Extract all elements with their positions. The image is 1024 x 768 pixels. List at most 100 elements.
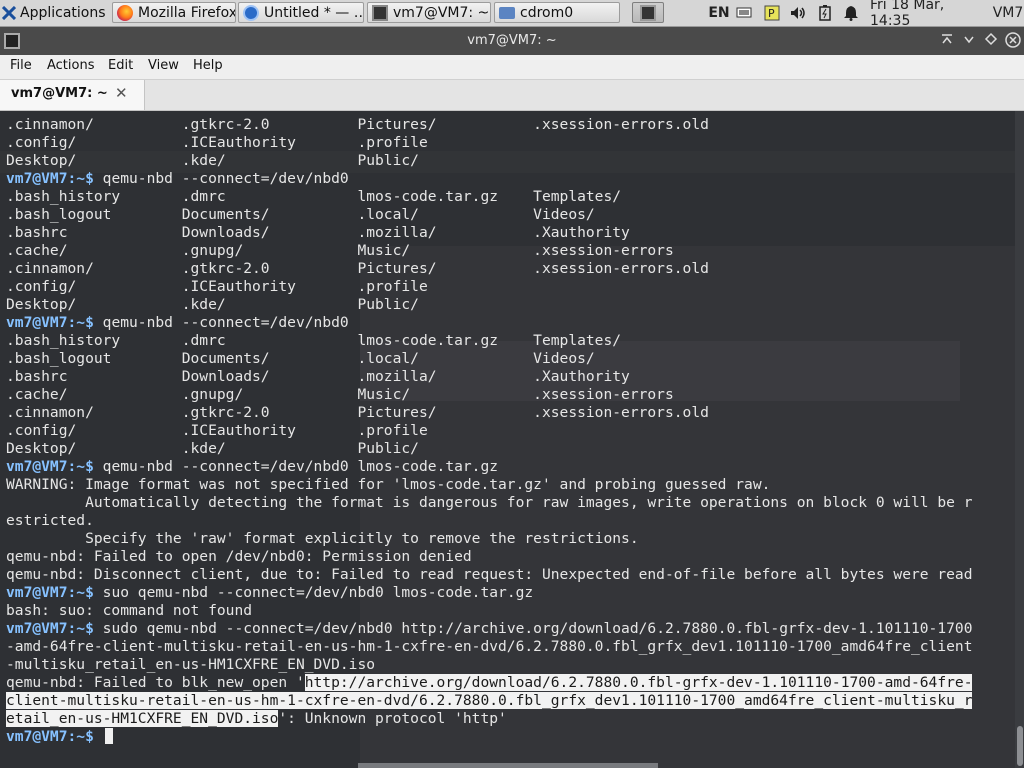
- taskbar-label: cdrom0: [520, 4, 574, 21]
- terminal-line: .cache/ .gnupg/ Music/ .xsession-errors: [6, 242, 674, 259]
- terminal-line: vm7@VM7:~$: [6, 728, 973, 746]
- terminal-line: Automatically detecting the format is da…: [6, 494, 973, 511]
- terminal-output: .cinnamon/ .gtkrc-2.0 Pictures/ .xsessio…: [6, 116, 973, 746]
- terminal-line: .config/ .ICEauthority .profile: [6, 134, 428, 151]
- show-desktop-button[interactable]: [632, 2, 664, 23]
- shell-prompt: vm7@VM7:~$: [6, 728, 94, 745]
- terminal-line: .config/ .ICEauthority .profile: [6, 422, 428, 439]
- user-menu[interactable]: VM7: [992, 3, 1024, 23]
- terminal-icon: [372, 4, 388, 21]
- terminal-line: .bashrc Downloads/ .mozilla/ .Xauthority: [6, 368, 630, 385]
- terminal-line: .cinnamon/ .gtkrc-2.0 Pictures/ .xsessio…: [6, 116, 709, 133]
- terminal-line: .cache/ .gnupg/ Music/ .xsession-errors: [6, 386, 674, 403]
- tab-close-icon[interactable]: ✕: [115, 84, 128, 102]
- terminal-line: .bash_history .dmrc lmos-code.tar.gz Tem…: [6, 332, 622, 349]
- notifications-icon[interactable]: [840, 3, 862, 23]
- selected-text: client-multisku-retail-en-us-hm-1-cxfre-…: [6, 692, 973, 709]
- taskbar-label: Untitled * — …: [264, 4, 364, 21]
- scrollbar-thumb[interactable]: [1017, 726, 1023, 766]
- keyboard-layout[interactable]: EN: [706, 3, 732, 23]
- top-panel: Applications Mozilla Firefox Untitled * …: [0, 0, 1024, 29]
- terminal-line: qemu-nbd: Disconnect client, due to: Fai…: [6, 566, 973, 583]
- terminal-line: vm7@VM7:~$ qemu-nbd --connect=/dev/nbd0: [6, 314, 973, 332]
- terminal-line: vm7@VM7:~$ qemu-nbd --connect=/dev/nbd0: [6, 170, 973, 188]
- terminal-line: vm7@VM7:~$ sudo qemu-nbd --connect=/dev/…: [6, 620, 973, 638]
- taskbar-text-editor[interactable]: Untitled * — …: [238, 2, 364, 23]
- taskbar-firefox[interactable]: Mozilla Firefox: [112, 2, 236, 23]
- shell-prompt: vm7@VM7:~$: [6, 584, 94, 601]
- applications-label: Applications: [20, 4, 106, 21]
- command-text: [94, 728, 103, 745]
- close-button[interactable]: [1004, 32, 1022, 50]
- terminal-line: -amd-64fre-client-multisku-retail-en-us-…: [6, 638, 973, 655]
- menu-bar: File Actions Edit View Help: [0, 55, 1024, 80]
- shell-prompt: vm7@VM7:~$: [6, 314, 94, 331]
- terminal-line: Desktop/ .kde/ Public/: [6, 152, 419, 169]
- text-cursor: [104, 728, 113, 744]
- clock[interactable]: Fri 18 Mar, 14:35: [870, 0, 986, 29]
- taskbar-label: vm7@VM7: ~: [393, 4, 490, 21]
- menu-help[interactable]: Help: [193, 58, 223, 73]
- network-icon[interactable]: [735, 3, 755, 23]
- maximize-button[interactable]: [982, 32, 1000, 50]
- text-editor-icon: [243, 4, 259, 21]
- output-text: ': Unknown protocol 'http': [278, 710, 507, 727]
- terminal-line: .config/ .ICEauthority .profile: [6, 278, 428, 295]
- firefox-icon: [117, 4, 133, 21]
- terminal-small-icon: [640, 4, 656, 21]
- terminal-line: .cinnamon/ .gtkrc-2.0 Pictures/ .xsessio…: [6, 404, 709, 421]
- command-text: qemu-nbd --connect=/dev/nbd0: [93, 314, 349, 331]
- shell-prompt: vm7@VM7:~$: [6, 170, 94, 187]
- terminal-line: Desktop/ .kde/ Public/: [6, 296, 419, 313]
- clipboard-manager-icon[interactable]: P: [762, 3, 782, 23]
- shell-prompt: vm7@VM7:~$: [6, 620, 94, 637]
- menu-view[interactable]: View: [148, 58, 179, 73]
- roll-up-button[interactable]: [938, 32, 956, 50]
- terminal-line: Desktop/ .kde/ Public/: [6, 440, 419, 457]
- output-text: qemu-nbd: Failed to blk_new_open ': [6, 674, 305, 691]
- terminal-line: qemu-nbd: Failed to blk_new_open 'http:/…: [6, 674, 973, 692]
- shell-prompt: vm7@VM7:~$: [6, 458, 94, 475]
- terminal-line: estricted.: [6, 512, 94, 529]
- terminal-line: vm7@VM7:~$ qemu-nbd --connect=/dev/nbd0 …: [6, 458, 973, 476]
- terminal-line: .bash_logout Documents/ .local/ Videos/: [6, 206, 595, 223]
- terminal-line: .bash_logout Documents/ .local/ Videos/: [6, 350, 595, 367]
- terminal-line: vm7@VM7:~$ suo qemu-nbd --connect=/dev/n…: [6, 584, 973, 602]
- command-text: qemu-nbd --connect=/dev/nbd0 lmos-code.t…: [93, 458, 499, 475]
- tab-bar: vm7@VM7: ~ ✕: [0, 80, 1024, 111]
- terminal-line: etail_en-us-HM1CXFRE_EN_DVD.iso': Unknow…: [6, 710, 973, 728]
- tab-terminal[interactable]: vm7@VM7: ~ ✕: [0, 80, 145, 110]
- terminal-line: .bash_history .dmrc lmos-code.tar.gz Tem…: [6, 188, 622, 205]
- command-text: suo qemu-nbd --connect=/dev/nbd0 lmos-co…: [93, 584, 534, 601]
- minimize-button[interactable]: [960, 32, 978, 50]
- taskbar-label: Mozilla Firefox: [138, 4, 236, 21]
- svg-text:P: P: [768, 7, 775, 20]
- folder-icon: [499, 6, 515, 19]
- volume-icon[interactable]: [787, 3, 809, 23]
- terminal-line: bash: suo: command not found: [6, 602, 253, 619]
- taskbar-terminal[interactable]: vm7@VM7: ~: [367, 2, 491, 23]
- terminal-line: .bashrc Downloads/ .mozilla/ .Xauthority: [6, 224, 630, 241]
- terminal-line: qemu-nbd: Failed to open /dev/nbd0: Perm…: [6, 548, 472, 565]
- command-text: sudo qemu-nbd --connect=/dev/nbd0 http:/…: [93, 620, 973, 637]
- tab-label: vm7@VM7: ~: [11, 86, 108, 101]
- terminal-line: .cinnamon/ .gtkrc-2.0 Pictures/ .xsessio…: [6, 260, 709, 277]
- menu-actions[interactable]: Actions: [47, 58, 95, 73]
- window-title: vm7@VM7: ~: [467, 33, 557, 48]
- battery-icon[interactable]: [814, 3, 836, 23]
- terminal-line: client-multisku-retail-en-us-hm-1-cxfre-…: [6, 692, 973, 710]
- command-text: qemu-nbd --connect=/dev/nbd0: [93, 170, 349, 187]
- xfce-logo-icon: [2, 5, 17, 20]
- terminal-line: WARNING: Image format was not specified …: [6, 476, 771, 493]
- selected-text: etail_en-us-HM1CXFRE_EN_DVD.iso: [6, 710, 279, 727]
- terminal-view[interactable]: .cinnamon/ .gtkrc-2.0 Pictures/ .xsessio…: [0, 111, 1024, 768]
- terminal-scrollbar[interactable]: [1015, 111, 1024, 768]
- terminal-line: Specify the 'raw' format explicitly to r…: [6, 530, 639, 547]
- menu-edit[interactable]: Edit: [108, 58, 133, 73]
- terminal-line: -multisku_retail_en-us-HM1CXFRE_EN_DVD.i…: [6, 656, 376, 673]
- menu-file[interactable]: File: [10, 58, 32, 73]
- window-titlebar[interactable]: vm7@VM7: ~: [0, 27, 1024, 55]
- applications-menu-button[interactable]: Applications: [2, 2, 110, 23]
- selected-text: http://archive.org/download/6.2.7880.0.f…: [304, 674, 973, 691]
- taskbar-file-manager[interactable]: cdrom0: [494, 2, 620, 23]
